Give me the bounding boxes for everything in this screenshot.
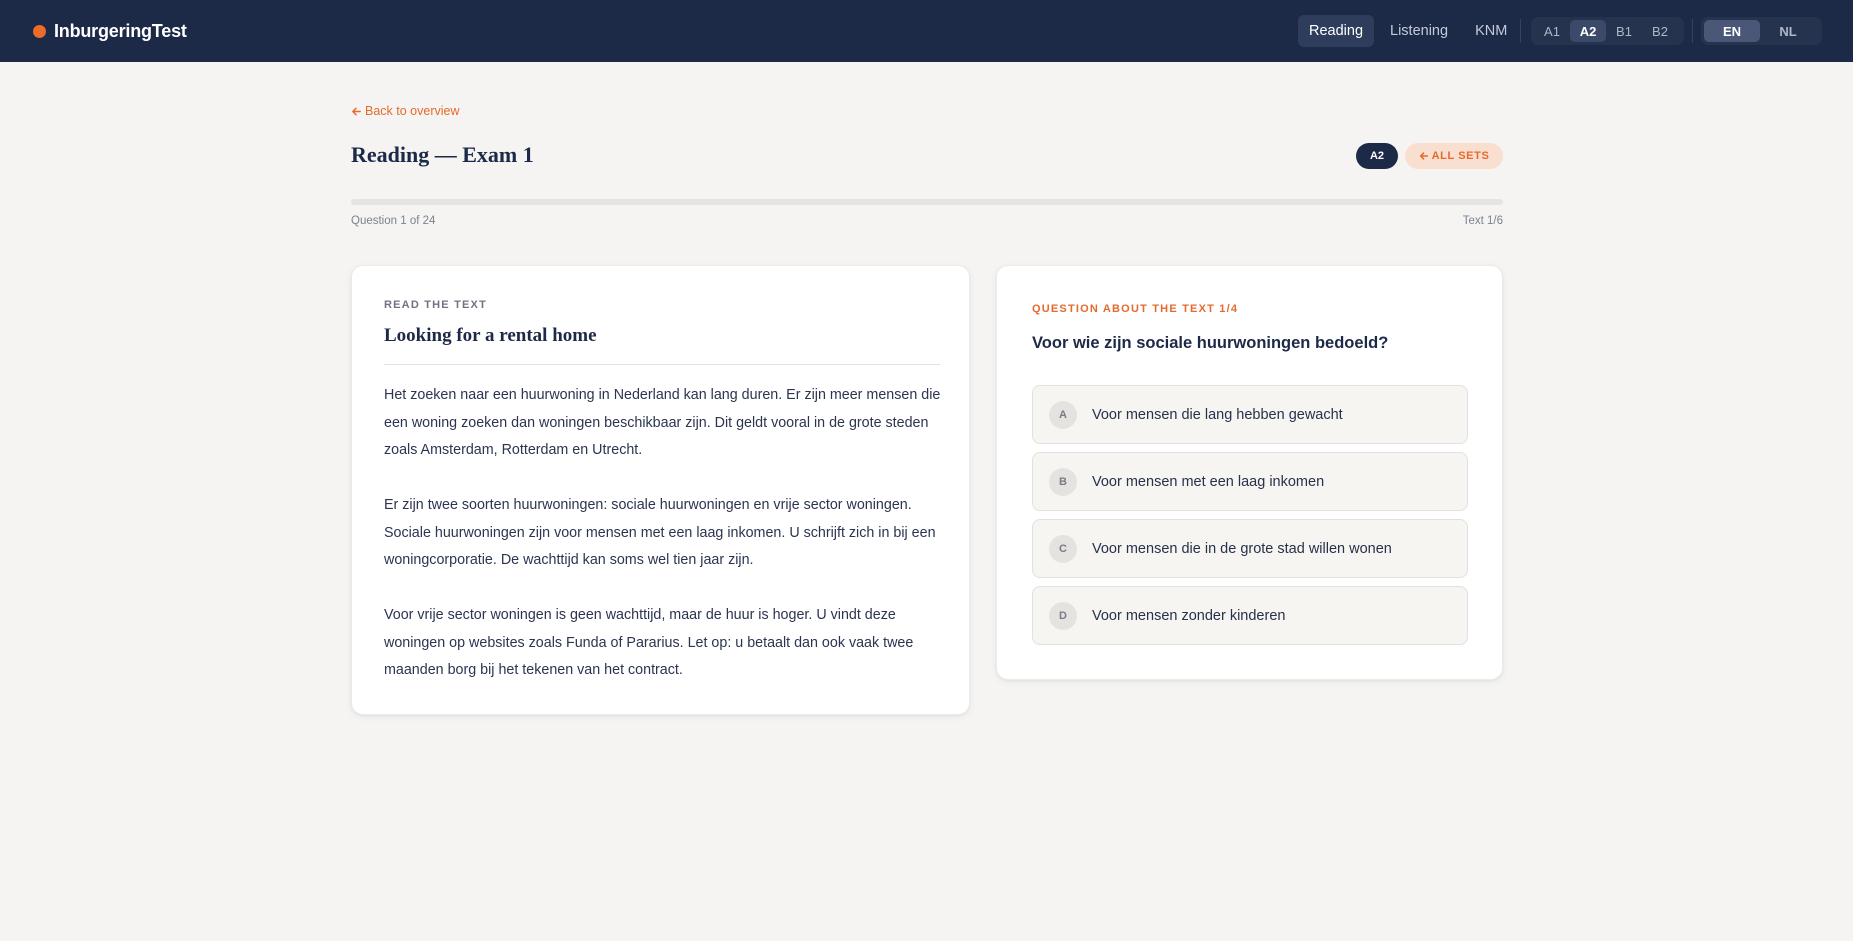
level-badge: A2 (1356, 143, 1398, 169)
question-counter-label: QUESTION ABOUT THE TEXT 1/4 (1032, 303, 1239, 315)
answer-option-d[interactable]: D Voor mensen zonder kinderen (1032, 586, 1468, 645)
divider (384, 364, 940, 365)
progress-bar (351, 199, 1503, 205)
language-nl-button[interactable]: NL (1760, 20, 1816, 42)
arrow-left-icon (352, 107, 361, 115)
nav-tab-listening[interactable]: Listening (1379, 15, 1459, 47)
text-heading: Looking for a rental home (384, 325, 597, 346)
question-card: QUESTION ABOUT THE TEXT 1/4 Voor wie zij… (996, 265, 1503, 680)
question-counter: Question 1 of 24 (351, 215, 436, 227)
passage-paragraph: Voor vrije sector woningen is geen wacht… (384, 607, 914, 678)
level-a1-button[interactable]: A1 (1534, 20, 1570, 42)
nav-divider (1692, 19, 1693, 43)
level-switcher: A1 A2 B1 B2 (1531, 17, 1684, 45)
option-letter: A (1049, 400, 1077, 429)
level-b2-button[interactable]: B2 (1642, 20, 1678, 42)
answer-option-c[interactable]: C Voor mensen die in de grote stad wille… (1032, 519, 1468, 578)
read-the-text-label: READ THE TEXT (384, 299, 487, 311)
brand-name: InburgeringTest (54, 20, 187, 41)
answer-option-b[interactable]: B Voor mensen met een laag inkomen (1032, 452, 1468, 511)
top-navigation-bar: InburgeringTest Reading Listening KNM A1… (0, 0, 1853, 62)
all-sets-label: ALL SETS (1431, 150, 1490, 162)
nav-tab-reading[interactable]: Reading (1298, 15, 1375, 47)
passage-paragraph: Het zoeken naar een huurwoning in Nederl… (384, 387, 941, 458)
option-text: Voor mensen die lang hebben gewacht (1092, 406, 1343, 423)
reading-text-card: READ THE TEXT Looking for a rental home … (351, 265, 970, 715)
option-letter: D (1049, 601, 1077, 630)
back-link-label: Back to overview (365, 104, 460, 118)
back-to-overview-link[interactable]: Back to overview (351, 104, 459, 118)
question-text: Voor wie zijn sociale huurwoningen bedoe… (1032, 334, 1389, 352)
option-letter: C (1049, 534, 1077, 563)
nav-tab-knm[interactable]: KNM (1464, 15, 1518, 47)
brand-dot-icon (33, 24, 46, 38)
option-text: Voor mensen met een laag inkomen (1092, 473, 1325, 490)
text-counter: Text 1/6 (1462, 215, 1503, 227)
option-text: Voor mensen zonder kinderen (1092, 607, 1286, 624)
option-text: Voor mensen die in de grote stad willen … (1092, 540, 1392, 557)
page-title: Reading — Exam 1 (351, 142, 534, 167)
brand-logo[interactable]: InburgeringTest (33, 0, 187, 62)
answer-options: A Voor mensen die lang hebben gewacht B … (1032, 385, 1468, 645)
language-switcher: EN NL (1701, 17, 1822, 45)
option-letter: B (1049, 467, 1077, 496)
all-sets-button[interactable]: ALL SETS (1405, 143, 1503, 169)
answer-option-a[interactable]: A Voor mensen die lang hebben gewacht (1032, 385, 1468, 444)
nav-divider (1520, 19, 1521, 43)
section-nav: Reading Listening KNM (1298, 15, 1518, 47)
reading-passage: Het zoeken naar een huurwoning in Nederl… (384, 382, 944, 685)
arrow-left-icon (1419, 152, 1428, 160)
passage-paragraph: Er zijn twee soorten huurwoningen: socia… (384, 497, 936, 568)
level-b1-button[interactable]: B1 (1606, 20, 1642, 42)
language-en-button[interactable]: EN (1704, 20, 1760, 42)
level-a2-button[interactable]: A2 (1570, 20, 1606, 42)
